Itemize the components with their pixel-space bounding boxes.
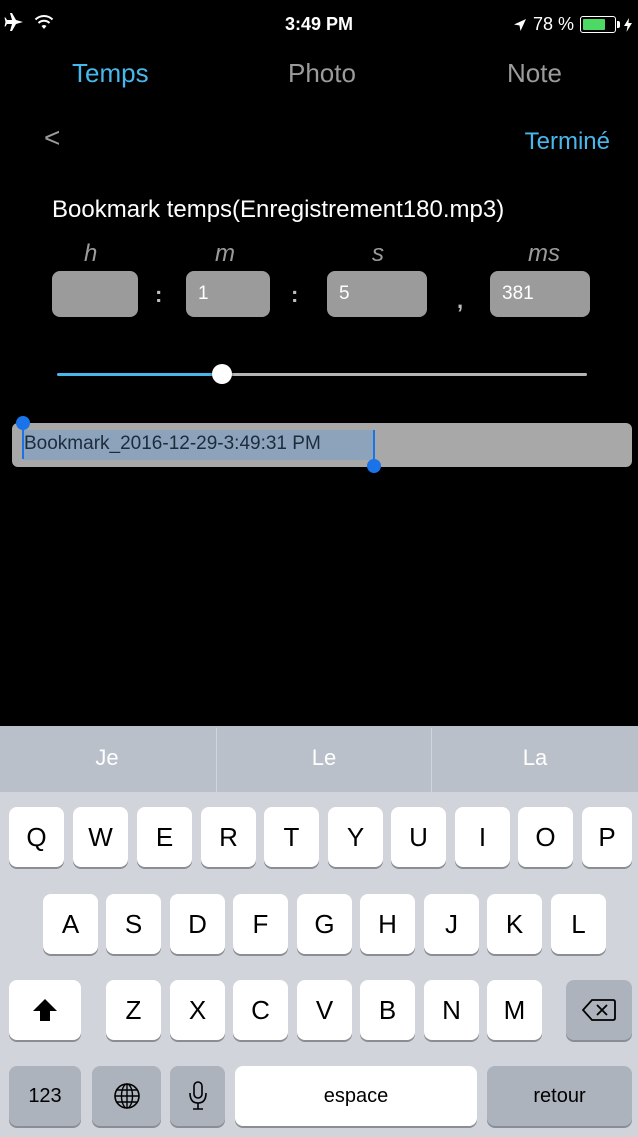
key-e[interactable]: E bbox=[137, 807, 192, 867]
hours-input[interactable] bbox=[52, 271, 138, 317]
tab-photo[interactable]: Photo bbox=[288, 58, 356, 89]
status-bar: 3:49 PM 78 % bbox=[0, 0, 638, 40]
selection-start-caret bbox=[22, 426, 24, 459]
key-o[interactable]: O bbox=[518, 807, 573, 867]
dictation-key[interactable] bbox=[170, 1066, 225, 1126]
done-button[interactable]: Terminé bbox=[525, 128, 610, 156]
bookmark-title: Bookmark temps(Enregistrement180.mp3) bbox=[52, 196, 505, 223]
key-u[interactable]: U bbox=[391, 807, 446, 867]
key-c[interactable]: C bbox=[233, 980, 288, 1040]
separator-hm: : bbox=[155, 282, 163, 307]
key-b[interactable]: B bbox=[360, 980, 415, 1040]
key-w[interactable]: W bbox=[73, 807, 128, 867]
unit-ms-label: ms bbox=[528, 240, 560, 267]
numbers-key[interactable]: 123 bbox=[9, 1066, 81, 1126]
tab-note[interactable]: Note bbox=[507, 58, 562, 89]
key-d[interactable]: D bbox=[170, 894, 225, 954]
location-icon bbox=[513, 18, 526, 31]
delete-key[interactable] bbox=[566, 980, 632, 1040]
shift-key[interactable] bbox=[9, 980, 81, 1040]
separator-ms: : bbox=[291, 282, 299, 307]
charging-icon bbox=[624, 17, 632, 32]
shift-arrow-icon bbox=[33, 999, 57, 1021]
bookmark-name-text: Bookmark_2016-12-29-3:49:31 PM bbox=[24, 433, 321, 454]
key-g[interactable]: G bbox=[297, 894, 352, 954]
globe-icon bbox=[113, 1083, 140, 1109]
slider-thumb[interactable] bbox=[212, 364, 232, 384]
status-right: 78 % bbox=[513, 14, 632, 35]
suggestion-item[interactable]: Je bbox=[0, 745, 214, 771]
key-f[interactable]: F bbox=[233, 894, 288, 954]
key-z[interactable]: Z bbox=[106, 980, 161, 1040]
seconds-input[interactable]: 5 bbox=[327, 271, 427, 317]
space-key[interactable]: espace bbox=[235, 1066, 477, 1126]
selection-start-handle[interactable] bbox=[16, 416, 30, 430]
unit-seconds-label: s bbox=[372, 240, 384, 267]
globe-key[interactable] bbox=[92, 1066, 161, 1126]
slider-track-filled[interactable] bbox=[57, 373, 222, 376]
minutes-input[interactable]: 1 bbox=[186, 271, 270, 317]
key-j[interactable]: J bbox=[424, 894, 479, 954]
microphone-icon bbox=[188, 1081, 207, 1110]
key-x[interactable]: X bbox=[170, 980, 225, 1040]
unit-hours-label: h bbox=[84, 240, 98, 267]
suggestion-item[interactable]: La bbox=[432, 745, 638, 771]
key-h[interactable]: H bbox=[360, 894, 415, 954]
unit-minutes-label: m bbox=[215, 240, 235, 267]
key-t[interactable]: T bbox=[264, 807, 319, 867]
selection-end-handle[interactable] bbox=[367, 459, 381, 473]
key-q[interactable]: Q bbox=[9, 807, 64, 867]
key-y[interactable]: Y bbox=[328, 807, 383, 867]
battery-fill bbox=[583, 19, 605, 30]
return-key[interactable]: retour bbox=[487, 1066, 632, 1126]
back-button[interactable]: < bbox=[44, 122, 60, 154]
key-r[interactable]: R bbox=[201, 807, 256, 867]
battery-icon bbox=[580, 16, 620, 33]
slider-track[interactable] bbox=[222, 373, 587, 376]
key-a[interactable]: A bbox=[43, 894, 98, 954]
battery-percent: 78 % bbox=[532, 14, 574, 34]
backspace-icon bbox=[581, 999, 616, 1021]
separator-sms: , bbox=[457, 288, 464, 313]
key-i[interactable]: I bbox=[455, 807, 510, 867]
tab-temps[interactable]: Temps bbox=[72, 58, 149, 89]
key-m[interactable]: M bbox=[487, 980, 542, 1040]
suggestion-item[interactable]: Le bbox=[217, 745, 431, 771]
key-l[interactable]: L bbox=[551, 894, 606, 954]
key-v[interactable]: V bbox=[297, 980, 352, 1040]
milliseconds-input[interactable]: 381 bbox=[490, 271, 590, 317]
key-k[interactable]: K bbox=[487, 894, 542, 954]
key-n[interactable]: N bbox=[424, 980, 479, 1040]
key-s[interactable]: S bbox=[106, 894, 161, 954]
key-p[interactable]: P bbox=[582, 807, 632, 867]
